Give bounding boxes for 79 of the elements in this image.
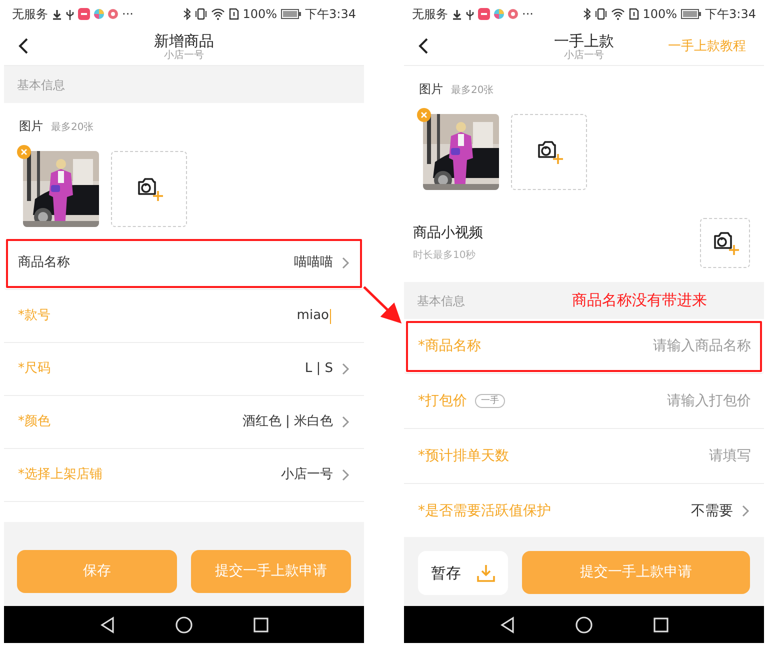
field-value: 小店一号 [281,466,333,484]
section-title: 基本信息 [17,76,65,94]
recents-nav-icon[interactable] [652,616,668,632]
more-text: ··· [122,6,134,23]
usb-icon [66,8,74,20]
input-field[interactable]: 请输入商品名称 [497,336,751,356]
download-icon [477,564,495,582]
input-field[interactable]: 请输入打包价 [521,390,751,412]
field-label: *打包价 [418,392,467,410]
carrier-text: 无服务 [412,6,448,23]
app-icon [494,9,504,19]
annotation-note: 商品名称没有带进来 [572,290,707,312]
add-photo-button[interactable] [511,114,587,190]
photos-label: 图片 [19,118,43,135]
time-text: 下午3:34 [705,6,756,23]
bluetooth-icon [582,8,591,20]
battery-icon [281,9,302,19]
save-button[interactable]: 保存 [17,550,177,593]
battery-text: 100% [642,6,678,23]
field-value: L | S [304,360,333,378]
field-label: *预计排单天数 [418,446,509,466]
photos-label: 图片 [419,81,443,98]
tag-label: 一手 [475,394,505,408]
field-value: 喵喵喵 [294,254,333,272]
submit-button[interactable]: 提交一手上款申请 [191,550,351,593]
app-icon [78,8,90,20]
battery-icon [681,9,702,19]
back-nav-icon[interactable] [500,616,514,634]
tutorial-link[interactable]: 一手上款教程 [668,37,746,56]
add-video-button[interactable] [700,218,750,268]
field-label: *款号 [18,307,50,326]
bluetooth-icon [182,8,191,20]
time-text: 下午3:34 [305,6,356,23]
remove-icon[interactable] [417,108,431,122]
page-subtitle: 小店一号 [164,50,204,62]
wifi-icon [610,8,625,20]
vibrate-icon [594,8,607,20]
home-nav-icon[interactable] [574,616,592,634]
photos-hint: 最多20张 [451,84,494,98]
recents-nav-icon[interactable] [252,616,268,632]
field-label: *尺码 [18,360,50,378]
app-icon [108,9,118,19]
sim-icon [628,8,639,20]
back-icon[interactable] [18,37,30,55]
video-hint: 时长最多10秒 [413,248,477,263]
remove-icon[interactable] [17,145,31,159]
vibrate-icon [194,8,207,20]
field-label: *选择上架店铺 [18,466,102,484]
battery-text: 100% [242,6,278,23]
page-title: 新增商品 [154,32,214,50]
carrier-text: 无服务 [12,6,48,23]
field-label: *商品名称 [418,336,481,356]
input-field[interactable]: 请填写 [525,446,751,466]
home-nav-icon[interactable] [174,616,192,634]
page-subtitle: 小店一号 [564,50,604,62]
field-label: *颜色 [18,413,50,432]
wifi-icon [210,8,225,20]
back-nav-icon[interactable] [100,616,114,634]
submit-button[interactable]: 提交一手上款申请 [522,551,750,594]
section-title: 基本信息 [417,292,465,310]
field-value: miao [296,307,329,326]
field-label: *是否需要活跃值保护 [418,502,551,520]
video-label: 商品小视频 [413,224,483,243]
field-value: 不需要 [691,502,733,520]
usb-icon [466,8,474,20]
back-icon[interactable] [418,37,430,55]
page-title: 一手上款 [554,32,614,50]
app-icon [508,9,518,19]
download-icon [52,8,62,20]
photos-hint: 最多20张 [51,120,94,135]
app-icon [94,9,104,19]
app-icon [478,8,490,20]
field-value: 酒红色 | 米白色 [242,413,333,432]
add-photo-button[interactable] [111,151,187,227]
field-label: 商品名称 [18,254,70,272]
download-icon [452,8,462,20]
more-text: ··· [522,6,534,23]
draft-button[interactable]: 暂存 [418,551,508,595]
sim-icon [228,8,239,20]
